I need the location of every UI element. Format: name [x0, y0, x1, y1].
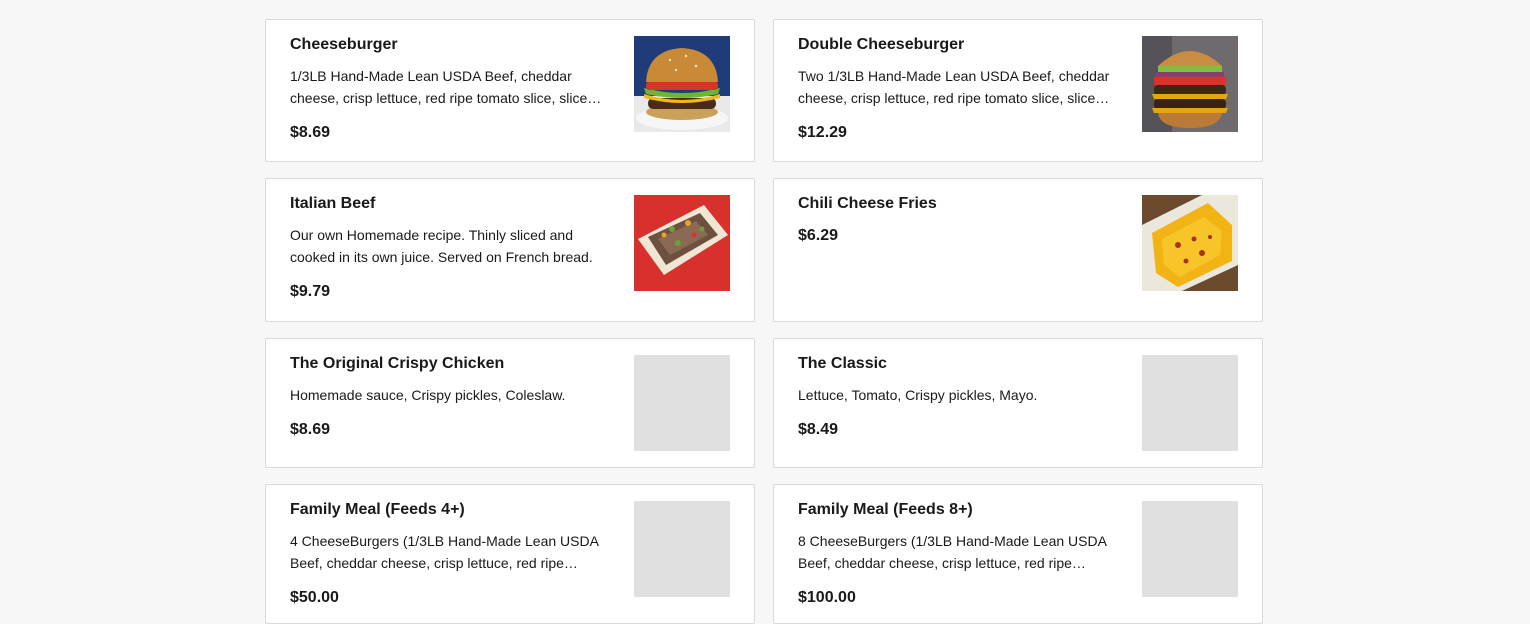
- cheeseburger-photo: [634, 36, 730, 132]
- menu-item-price: $6.29: [798, 227, 839, 244]
- menu-item-description: 1/3LB Hand-Made Lean USDA Beef, cheddar …: [290, 68, 602, 106]
- menu-item-name: Family Meal (Feeds 4+): [290, 501, 465, 518]
- menu-item-text: Cheeseburger 1/3LB Hand-Made Lean USDA B…: [290, 34, 616, 144]
- menu-item-card-italian-beef[interactable]: Italian Beef Our own Homemade recipe. Th…: [265, 178, 755, 322]
- menu-item-description: Two 1/3LB Hand-Made Lean USDA Beef, ched…: [798, 68, 1110, 106]
- menu-item-description: Lettuce, Tomato, Crispy pickles, Mayo.: [798, 387, 1038, 403]
- menu-item-price: $8.49: [798, 421, 839, 438]
- menu-item-name: The Original Crispy Chicken: [290, 355, 505, 372]
- menu-item-card-family-meal-4[interactable]: Family Meal (Feeds 4+) 4 CheeseBurgers (…: [265, 484, 755, 624]
- menu-item-name: Cheeseburger: [290, 36, 398, 53]
- menu-item-card-double-cheeseburger[interactable]: Double Cheeseburger Two 1/3LB Hand-Made …: [773, 19, 1263, 162]
- menu-item-description: 8 CheeseBurgers (1/3LB Hand-Made Lean US…: [798, 533, 1107, 571]
- menu-item-description: Our own Homemade recipe. Thinly sliced a…: [290, 227, 593, 265]
- menu-item-card-the-classic[interactable]: The Classic Lettuce, Tomato, Crispy pick…: [773, 338, 1263, 468]
- menu-item-price: $8.69: [290, 421, 331, 438]
- menu-item-price: $100.00: [798, 589, 856, 606]
- image-placeholder: [1142, 355, 1238, 451]
- menu-item-description: 4 CheeseBurgers (1/3LB Hand-Made Lean US…: [290, 533, 599, 571]
- chili-cheese-fries-photo: [1142, 195, 1238, 291]
- menu-item-text: Family Meal (Feeds 8+) 8 CheeseBurgers (…: [798, 499, 1124, 609]
- italian-beef-photo: [634, 195, 730, 291]
- menu-item-card-cheeseburger[interactable]: Cheeseburger 1/3LB Hand-Made Lean USDA B…: [265, 19, 755, 162]
- menu-item-name: The Classic: [798, 355, 887, 372]
- image-placeholder: [634, 501, 730, 597]
- menu-item-text: Chili Cheese Fries $6.29: [798, 193, 1124, 247]
- menu-item-card-original-crispy-chicken[interactable]: The Original Crispy Chicken Homemade sau…: [265, 338, 755, 468]
- menu-item-card-family-meal-8[interactable]: Family Meal (Feeds 8+) 8 CheeseBurgers (…: [773, 484, 1263, 624]
- menu-item-price: $50.00: [290, 589, 339, 606]
- double-cheeseburger-photo: [1142, 36, 1238, 132]
- menu-item-text: Italian Beef Our own Homemade recipe. Th…: [290, 193, 616, 303]
- menu-item-text: The Classic Lettuce, Tomato, Crispy pick…: [798, 353, 1124, 441]
- menu-item-text: Family Meal (Feeds 4+) 4 CheeseBurgers (…: [290, 499, 616, 609]
- image-placeholder: [634, 355, 730, 451]
- menu-item-price: $9.79: [290, 283, 331, 300]
- menu-item-name: Italian Beef: [290, 195, 376, 212]
- menu-item-name: Double Cheeseburger: [798, 36, 965, 53]
- menu-item-name: Family Meal (Feeds 8+): [798, 501, 973, 518]
- menu-item-price: $12.29: [798, 124, 847, 141]
- menu-item-card-chili-cheese-fries[interactable]: Chili Cheese Fries $6.29: [773, 178, 1263, 322]
- menu-item-price: $8.69: [290, 124, 331, 141]
- menu-item-text: The Original Crispy Chicken Homemade sau…: [290, 353, 616, 441]
- menu-item-name: Chili Cheese Fries: [798, 195, 937, 212]
- image-placeholder: [1142, 501, 1238, 597]
- menu-item-description: Homemade sauce, Crispy pickles, Coleslaw…: [290, 387, 566, 403]
- menu-item-text: Double Cheeseburger Two 1/3LB Hand-Made …: [798, 34, 1124, 144]
